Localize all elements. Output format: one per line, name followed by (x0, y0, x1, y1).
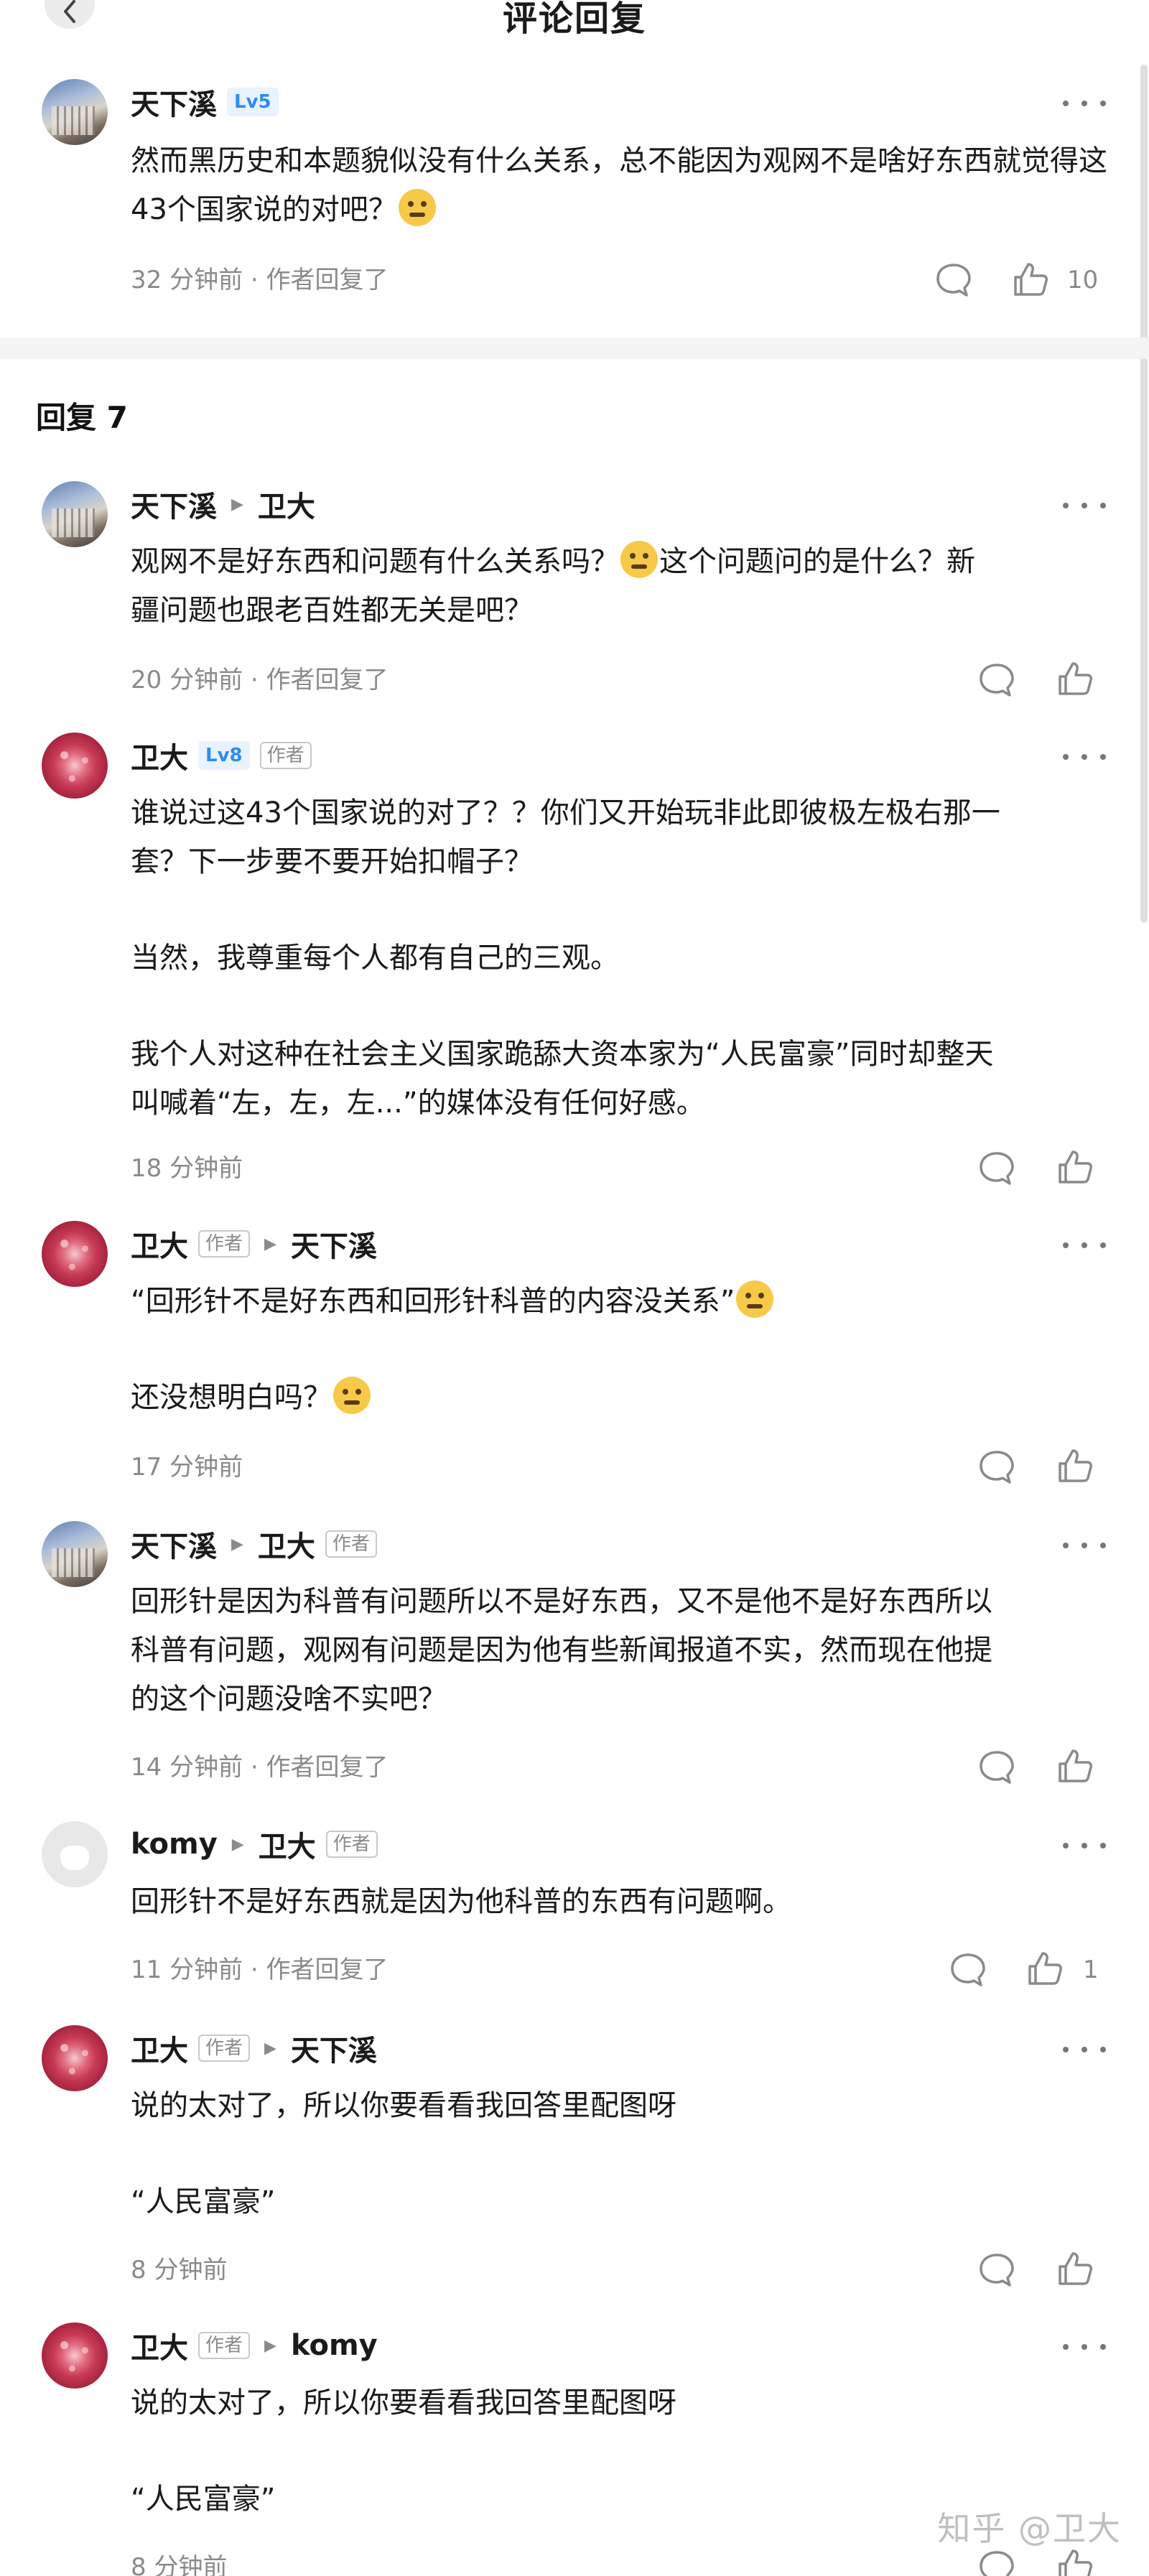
reply-target-username[interactable]: komy (291, 2329, 378, 2362)
username[interactable]: 卫大 (131, 2027, 188, 2069)
thumbs-up-icon[interactable] (1056, 2249, 1094, 2288)
reply-arrow-icon: ▶ (264, 2039, 276, 2057)
username[interactable]: 天下溪 (131, 1523, 217, 1565)
reply-arrow-icon: ▶ (231, 1535, 243, 1553)
more-button[interactable] (1063, 491, 1106, 520)
more-button[interactable] (1063, 89, 1106, 118)
level-badge: Lv5 (227, 88, 279, 116)
author-tag: 作者 (198, 2332, 251, 2359)
thinking-emoji-icon (736, 1280, 774, 1318)
comment-bubble-icon[interactable] (978, 1449, 1015, 1485)
like-count: 1 (1083, 1956, 1099, 1984)
comment-bubble-icon[interactable] (978, 662, 1015, 698)
comment-bubble-icon[interactable] (978, 2549, 1015, 2576)
comment-bubble-icon[interactable] (978, 2252, 1015, 2288)
avatar[interactable] (42, 79, 108, 145)
thinking-emoji-icon (398, 189, 436, 226)
thumbs-up-icon[interactable] (1056, 2547, 1094, 2576)
comment-text: 谁说过这43个国家说的对了？？你们又开始玩非此即彼极左极右那一 套？下一步要不要… (131, 796, 1000, 1120)
watermark: 知乎 @卫大 (937, 2509, 1122, 2548)
reply-arrow-icon: ▶ (264, 1234, 276, 1253)
reply-target-username[interactable]: 卫大 (259, 1823, 316, 1865)
comment-bubble-icon[interactable] (978, 1150, 1015, 1186)
comment-text: 观网不是好东西和问题有什么关系吗？ 这个问题问的是什么？新 疆问题也跟老百姓都无关… (131, 537, 1107, 635)
more-button[interactable] (1063, 2333, 1106, 2361)
thumbs-up-icon[interactable] (1056, 1446, 1094, 1485)
more-button[interactable] (1063, 2035, 1106, 2064)
more-dots-icon (1063, 754, 1069, 760)
avatar[interactable] (42, 2322, 108, 2389)
username[interactable]: 卫大 (131, 735, 188, 776)
username[interactable]: 卫大 (131, 1223, 188, 1265)
reply-arrow-icon: ▶ (231, 1835, 244, 1854)
thumbs-up-icon[interactable] (1056, 659, 1094, 698)
author-tag: 作者 (325, 1530, 377, 1558)
comment-text: 回形针是因为科普有问题所以不是好东西，又不是他不是好东西所以 科普有问题，观网有… (131, 1585, 992, 1716)
more-dots-icon (1063, 2047, 1069, 2052)
comment-reply-page: 评论回复 天下溪 Lv5 然而黑历史和本题貌似没有什么关系，总不能因为观网不是啥… (0, 0, 1149, 2576)
comment-text: “回形针不是好东西和回形针科普的内容没关系” 还没想明白吗？ (131, 1277, 1107, 1422)
comment-meta: 32 分钟前 · 作者回复了 (131, 266, 389, 294)
author-tag: 作者 (259, 742, 312, 769)
level-badge: Lv8 (198, 741, 250, 770)
username[interactable]: 天下溪 (131, 483, 217, 525)
reply-arrow-icon: ▶ (231, 495, 243, 513)
avatar[interactable] (42, 481, 108, 547)
more-dots-icon (1063, 1543, 1069, 1548)
more-dots-icon (1063, 101, 1069, 106)
avatar[interactable] (42, 1521, 108, 1587)
author-tag: 作者 (198, 1230, 251, 1257)
username[interactable]: 天下溪 (131, 81, 217, 123)
more-dots-icon (1063, 1242, 1069, 1248)
avatar[interactable] (42, 1821, 108, 1887)
comment-bubble-icon[interactable] (978, 1749, 1015, 1785)
laughing-emoji-icon (333, 1377, 371, 1414)
comment-meta: 17 分钟前 (131, 1453, 243, 1482)
more-dots-icon (1063, 503, 1069, 508)
comment-meta: 18 分钟前 (131, 1154, 243, 1183)
replies-count-heading: 回复 7 (36, 400, 128, 435)
more-dots-icon (1063, 1843, 1069, 1849)
thumbs-up-icon[interactable] (1025, 1949, 1064, 1988)
thinking-emoji-icon (620, 541, 658, 578)
page-title: 评论回复 (502, 0, 646, 39)
reply-target-username[interactable]: 天下溪 (291, 1223, 377, 1265)
username[interactable]: 卫大 (131, 2325, 188, 2366)
avatar[interactable] (42, 2025, 108, 2091)
comment-meta: 11 分钟前 · 作者回复了 (131, 1956, 389, 1984)
thumbs-up-icon[interactable] (1056, 1747, 1094, 1785)
comment-meta: 8 分钟前 (131, 2553, 228, 2576)
comment-bubble-icon[interactable] (949, 1952, 987, 1988)
reply-target-username[interactable]: 卫大 (258, 1523, 315, 1565)
thumbs-up-icon[interactable] (1011, 260, 1050, 299)
comment-text: 说的太对了，所以你要看看我回答里配图呀 “人民富豪” (131, 2386, 676, 2516)
username[interactable]: komy (131, 1828, 218, 1861)
more-button[interactable] (1063, 1231, 1106, 1260)
top-bar: 评论回复 (0, 0, 1149, 39)
comment-meta: 8 分钟前 (131, 2256, 228, 2284)
reply-target-username[interactable]: 卫大 (258, 483, 315, 525)
author-tag: 作者 (325, 1831, 378, 1858)
like-count: 10 (1067, 266, 1099, 294)
comment-bubble-icon[interactable] (935, 262, 972, 298)
section-divider (0, 338, 1149, 359)
comment-text: 然而黑历史和本题貌似没有什么关系，总不能因为观网不是啥好东西就觉得这43个国家说… (131, 144, 1107, 226)
reply-target-username[interactable]: 天下溪 (291, 2027, 377, 2069)
avatar[interactable] (42, 733, 108, 799)
reply-arrow-icon: ▶ (264, 2336, 276, 2355)
more-button[interactable] (1063, 743, 1106, 771)
comment-meta: 20 分钟前 · 作者回复了 (131, 666, 389, 694)
author-tag: 作者 (198, 2035, 251, 2062)
thumbs-up-icon[interactable] (1056, 1148, 1094, 1186)
scrollbar[interactable] (1140, 65, 1148, 923)
more-dots-icon (1063, 2344, 1069, 2350)
avatar[interactable] (42, 1221, 108, 1287)
more-button[interactable] (1063, 1531, 1106, 1560)
comment-text: 回形针不是好东西就是因为他科普的东西有问题啊。 (131, 1885, 791, 1918)
comment-meta: 14 分钟前 · 作者回复了 (131, 1753, 389, 1782)
more-button[interactable] (1063, 1831, 1106, 1860)
comment-text: 说的太对了，所以你要看看我回答里配图呀 “人民富豪” (131, 2089, 676, 2218)
